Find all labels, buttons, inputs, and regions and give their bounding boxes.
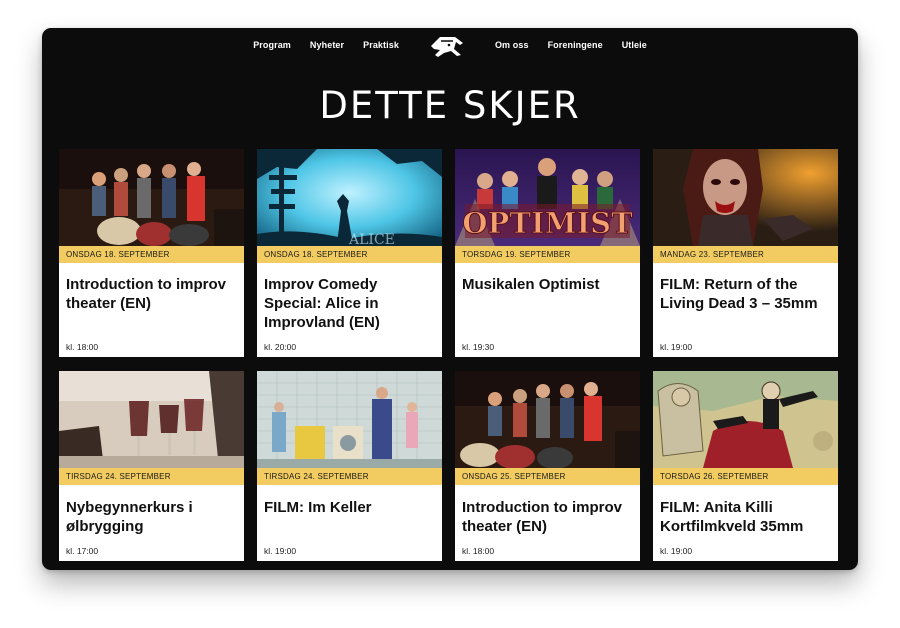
event-title[interactable]: Musikalen Optimist xyxy=(462,275,636,294)
event-image-laundry-room xyxy=(257,371,442,468)
event-time: kl. 17:00 xyxy=(66,546,99,556)
nav-right-group: Om oss Foreningene Utleie xyxy=(495,40,647,50)
event-time: kl. 20:00 xyxy=(264,342,297,352)
event-time: kl. 19:30 xyxy=(462,342,495,352)
event-card[interactable]: MANDAG 23. SEPTEMBER FILM: Return of the… xyxy=(653,149,838,357)
browser-window: Program Nyheter Praktisk Om oss Forening… xyxy=(42,28,858,570)
event-date: TIRSDAG 24. SEPTEMBER xyxy=(257,468,442,485)
event-time: kl. 19:00 xyxy=(264,546,297,556)
event-title[interactable]: Nybegynnerkurs i ølbrygging xyxy=(66,498,240,536)
nav-item-praktisk[interactable]: Praktisk xyxy=(363,40,399,50)
nav-item-foreningene[interactable]: Foreningene xyxy=(548,40,603,50)
event-card[interactable]: ALICE ONSDAG 18. SEPTEMBER Improv Comedy… xyxy=(257,149,442,357)
nav-left-group: Program Nyheter Praktisk xyxy=(253,40,399,50)
event-time: kl. 18:00 xyxy=(66,342,99,352)
event-date: ONSDAG 25. SEPTEMBER xyxy=(455,468,640,485)
event-card[interactable]: TORSDAG 26. SEPTEMBER FILM: Anita Killi … xyxy=(653,371,838,561)
event-image-zombie xyxy=(653,149,838,246)
event-date: ONSDAG 18. SEPTEMBER xyxy=(257,246,442,263)
event-image-alice: ALICE xyxy=(257,149,442,246)
event-date: TORSDAG 19. SEPTEMBER xyxy=(455,246,640,263)
event-date: TORSDAG 26. SEPTEMBER xyxy=(653,468,838,485)
event-title[interactable]: Improv Comedy Special: Alice in Improvla… xyxy=(264,275,438,332)
nav-item-om-oss[interactable]: Om oss xyxy=(495,40,529,50)
nav-item-program[interactable]: Program xyxy=(253,40,291,50)
event-card[interactable]: TIRSDAG 24. SEPTEMBER FILM: Im Keller kl… xyxy=(257,371,442,561)
event-image-animation xyxy=(653,371,838,468)
event-card[interactable]: OPTIMIST TORSDAG 19. SEPTEMBER Musikalen… xyxy=(455,149,640,357)
event-title[interactable]: Introduction to improv theater (EN) xyxy=(462,498,636,536)
event-card[interactable]: ONSDAG 25. SEPTEMBER Introduction to imp… xyxy=(455,371,640,561)
logo-icon[interactable] xyxy=(427,31,467,59)
event-time: kl. 19:00 xyxy=(660,342,693,352)
events-grid: ONSDAG 18. SEPTEMBER Introduction to imp… xyxy=(59,149,840,561)
event-time: kl. 18:00 xyxy=(462,546,495,556)
event-image-improv-group-2 xyxy=(455,371,640,468)
page-title: DETTE SKJER xyxy=(319,84,581,127)
nav-item-utleie[interactable]: Utleie xyxy=(622,40,647,50)
event-date: TIRSDAG 24. SEPTEMBER xyxy=(59,468,244,485)
event-image-beer-glasses xyxy=(59,371,244,468)
event-time: kl. 19:00 xyxy=(660,546,693,556)
event-title[interactable]: FILM: Anita Killi Kortfilmkveld 35mm xyxy=(660,498,834,536)
optimist-image-text: OPTIMIST xyxy=(462,206,633,240)
event-date: ONSDAG 18. SEPTEMBER xyxy=(59,246,244,263)
main-nav: Program Nyheter Praktisk Om oss Forening… xyxy=(42,28,858,62)
event-card[interactable]: ONSDAG 18. SEPTEMBER Introduction to imp… xyxy=(59,149,244,357)
svg-text:ALICE: ALICE xyxy=(348,232,395,246)
event-title[interactable]: Introduction to improv theater (EN) xyxy=(66,275,240,313)
event-title[interactable]: FILM: Return of the Living Dead 3 – 35mm xyxy=(660,275,834,313)
event-image-improv-group xyxy=(59,149,244,246)
event-card[interactable]: TIRSDAG 24. SEPTEMBER Nybegynnerkurs i ø… xyxy=(59,371,244,561)
nav-item-nyheter[interactable]: Nyheter xyxy=(310,40,344,50)
event-image-optimist: OPTIMIST xyxy=(455,149,640,246)
event-title[interactable]: FILM: Im Keller xyxy=(264,498,438,517)
event-date: MANDAG 23. SEPTEMBER xyxy=(653,246,838,263)
